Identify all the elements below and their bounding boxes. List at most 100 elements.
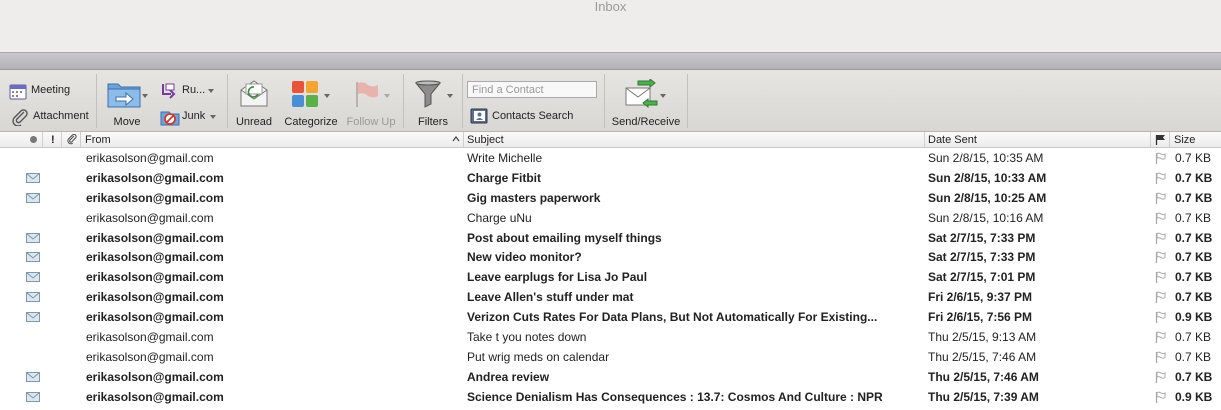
send-receive-button[interactable]: Send/Receive (610, 78, 682, 128)
message-from: erikasolson@gmail.com (86, 369, 224, 384)
message-row[interactable]: erikasolson@gmail.com Verizon Cuts Rates … (0, 307, 1221, 327)
rules-dropdown-caret (208, 89, 214, 93)
unread-envelope-icon (26, 391, 40, 402)
follow-up-flag-icon[interactable] (1155, 371, 1167, 383)
message-from: erikasolson@gmail.com (86, 389, 224, 404)
message-date-sent: Thu 2/5/15, 7:46 AM (928, 369, 1039, 384)
column-separator (61, 132, 62, 147)
message-date-sent: Sun 2/8/15, 10:33 AM (928, 170, 1047, 185)
categorize-button[interactable]: Categorize (282, 78, 340, 128)
message-list: erikasolson@gmail.com Write Michelle Sun 2… (0, 148, 1221, 407)
message-date-sent: Thu 2/5/15, 7:39 AM (928, 389, 1039, 404)
status-column-icon[interactable] (29, 135, 38, 144)
message-size: 0.7 KB (1175, 190, 1213, 205)
follow-up-flag-icon[interactable] (1155, 331, 1167, 344)
message-subject: Gig masters paperwork (467, 190, 601, 205)
follow-up-flag-icon[interactable] (1155, 251, 1167, 264)
unread-envelope-icon (26, 272, 40, 283)
message-row[interactable]: erikasolson@gmail.com Science Denialism H… (0, 387, 1221, 407)
message-from: erikasolson@gmail.com (86, 230, 224, 245)
message-size: 0.7 KB (1175, 330, 1212, 345)
folder-move-icon (107, 83, 141, 108)
message-size: 0.7 KB (1175, 151, 1212, 165)
column-header-subject[interactable]: Subject (467, 134, 504, 146)
message-size: 0.7 KB (1175, 270, 1213, 285)
calendar-icon (9, 84, 27, 100)
flag-column-icon[interactable] (1155, 134, 1166, 145)
message-subject: Andrea review (467, 369, 550, 384)
message-from: erikasolson@gmail.com (86, 270, 224, 285)
follow-up-button[interactable]: Follow Up (344, 78, 398, 128)
message-row[interactable]: erikasolson@gmail.com Charge uNu Sun 2/8/1… (0, 208, 1221, 228)
message-date-sent: Fri 2/6/15, 7:56 PM (928, 310, 1033, 325)
message-size: 0.7 KB (1175, 170, 1213, 185)
column-header-size[interactable]: Size (1174, 134, 1195, 146)
message-row[interactable]: erikasolson@gmail.com Leave Allen's stuff… (0, 287, 1221, 307)
column-separator (1169, 132, 1170, 147)
junk-label: Junk (182, 110, 206, 122)
follow-up-flag-icon[interactable] (1155, 351, 1167, 363)
message-from: erikasolson@gmail.com (86, 210, 214, 225)
message-row[interactable]: erikasolson@gmail.com Put wrig meds on ca… (0, 347, 1221, 367)
message-date-sent: Fri 2/6/15, 9:37 PM (928, 290, 1033, 305)
toolbar: Meeting Attachment Move Ru... Junk Unrea… (0, 70, 1221, 132)
follow-up-flag-icon[interactable] (1155, 291, 1167, 304)
message-row[interactable]: erikasolson@gmail.com Post about emailing… (0, 228, 1221, 248)
message-row[interactable]: erikasolson@gmail.com Leave earplugs for … (0, 267, 1221, 287)
flag-icon (356, 82, 378, 107)
unread-button[interactable]: Unread (233, 78, 275, 128)
unread-envelope-icon (26, 192, 40, 203)
follow-up-flag-icon[interactable] (1155, 152, 1167, 164)
attachment-label: Attachment (33, 110, 89, 122)
window-title: Inbox (594, 0, 627, 14)
categorize-icon (292, 81, 318, 107)
message-size: 0.7 KB (1175, 369, 1213, 384)
attachment-column-icon[interactable] (67, 134, 77, 145)
message-subject: Write Michelle (467, 151, 543, 165)
follow-up-flag-icon[interactable] (1155, 212, 1167, 224)
column-header-from[interactable]: From (85, 134, 111, 146)
message-date-sent: Sat 2/7/15, 7:33 PM (928, 250, 1036, 265)
message-row[interactable]: erikasolson@gmail.com Charge Fitbit Sun 2/… (0, 168, 1221, 188)
message-date-sent: Thu 2/5/15, 9:13 AM (928, 330, 1037, 345)
column-header-date-sent[interactable]: Date Sent (928, 134, 977, 146)
send-receive-dropdown-caret (660, 94, 666, 98)
meeting-label: Meeting (31, 84, 71, 96)
filters-button[interactable]: Filters (410, 78, 456, 128)
column-separator (42, 132, 43, 147)
message-date-sent: Sun 2/8/15, 10:35 AM (928, 151, 1044, 165)
message-from: erikasolson@gmail.com (86, 151, 214, 165)
message-date-sent: Sat 2/7/15, 7:33 PM (928, 230, 1036, 245)
message-date-sent: Sat 2/7/15, 7:01 PM (928, 270, 1036, 285)
message-row[interactable]: erikasolson@gmail.com Write Michelle Sun 2… (0, 148, 1221, 168)
follow-up-flag-icon[interactable] (1155, 271, 1167, 284)
message-date-sent: Sun 2/8/15, 10:25 AM (928, 190, 1047, 205)
message-subject: Leave earplugs for Lisa Jo Paul (467, 270, 648, 285)
junk-icon (160, 111, 180, 126)
find-contact-input[interactable] (467, 81, 597, 98)
follow-up-flag-icon[interactable] (1155, 172, 1167, 184)
send-receive-label: Send/Receive (611, 116, 681, 128)
message-row[interactable]: erikasolson@gmail.com Andrea review Thu 2/… (0, 367, 1221, 387)
message-row[interactable]: erikasolson@gmail.com New video monitor? S… (0, 247, 1221, 267)
message-size: 0.9 KB (1175, 310, 1213, 325)
message-subject: Verizon Cuts Rates For Data Plans, But N… (467, 310, 878, 325)
move-button[interactable]: Move (104, 78, 150, 128)
follow-up-flag-icon[interactable] (1155, 232, 1167, 244)
follow-up-flag-icon[interactable] (1155, 391, 1167, 403)
junk-dropdown-caret (210, 115, 216, 119)
message-subject: New video monitor? (467, 250, 582, 265)
message-row[interactable]: erikasolson@gmail.com Take t you notes do… (0, 327, 1221, 347)
message-date-sent: Sun 2/8/15, 10:16 AM (928, 210, 1044, 225)
message-from: erikasolson@gmail.com (86, 190, 224, 205)
address-book-icon (470, 108, 488, 124)
follow-up-flag-icon[interactable] (1155, 192, 1167, 204)
priority-column-icon[interactable]: ! (51, 134, 55, 146)
column-separator (463, 132, 464, 147)
follow-up-flag-icon[interactable] (1155, 311, 1167, 324)
message-subject: Put wrig meds on calendar (467, 349, 610, 364)
sort-ascending-icon (452, 136, 460, 142)
message-size: 0.9 KB (1175, 389, 1213, 404)
message-date-sent: Thu 2/5/15, 7:46 AM (928, 349, 1037, 364)
message-row[interactable]: erikasolson@gmail.com Gig masters paperwo… (0, 188, 1221, 208)
